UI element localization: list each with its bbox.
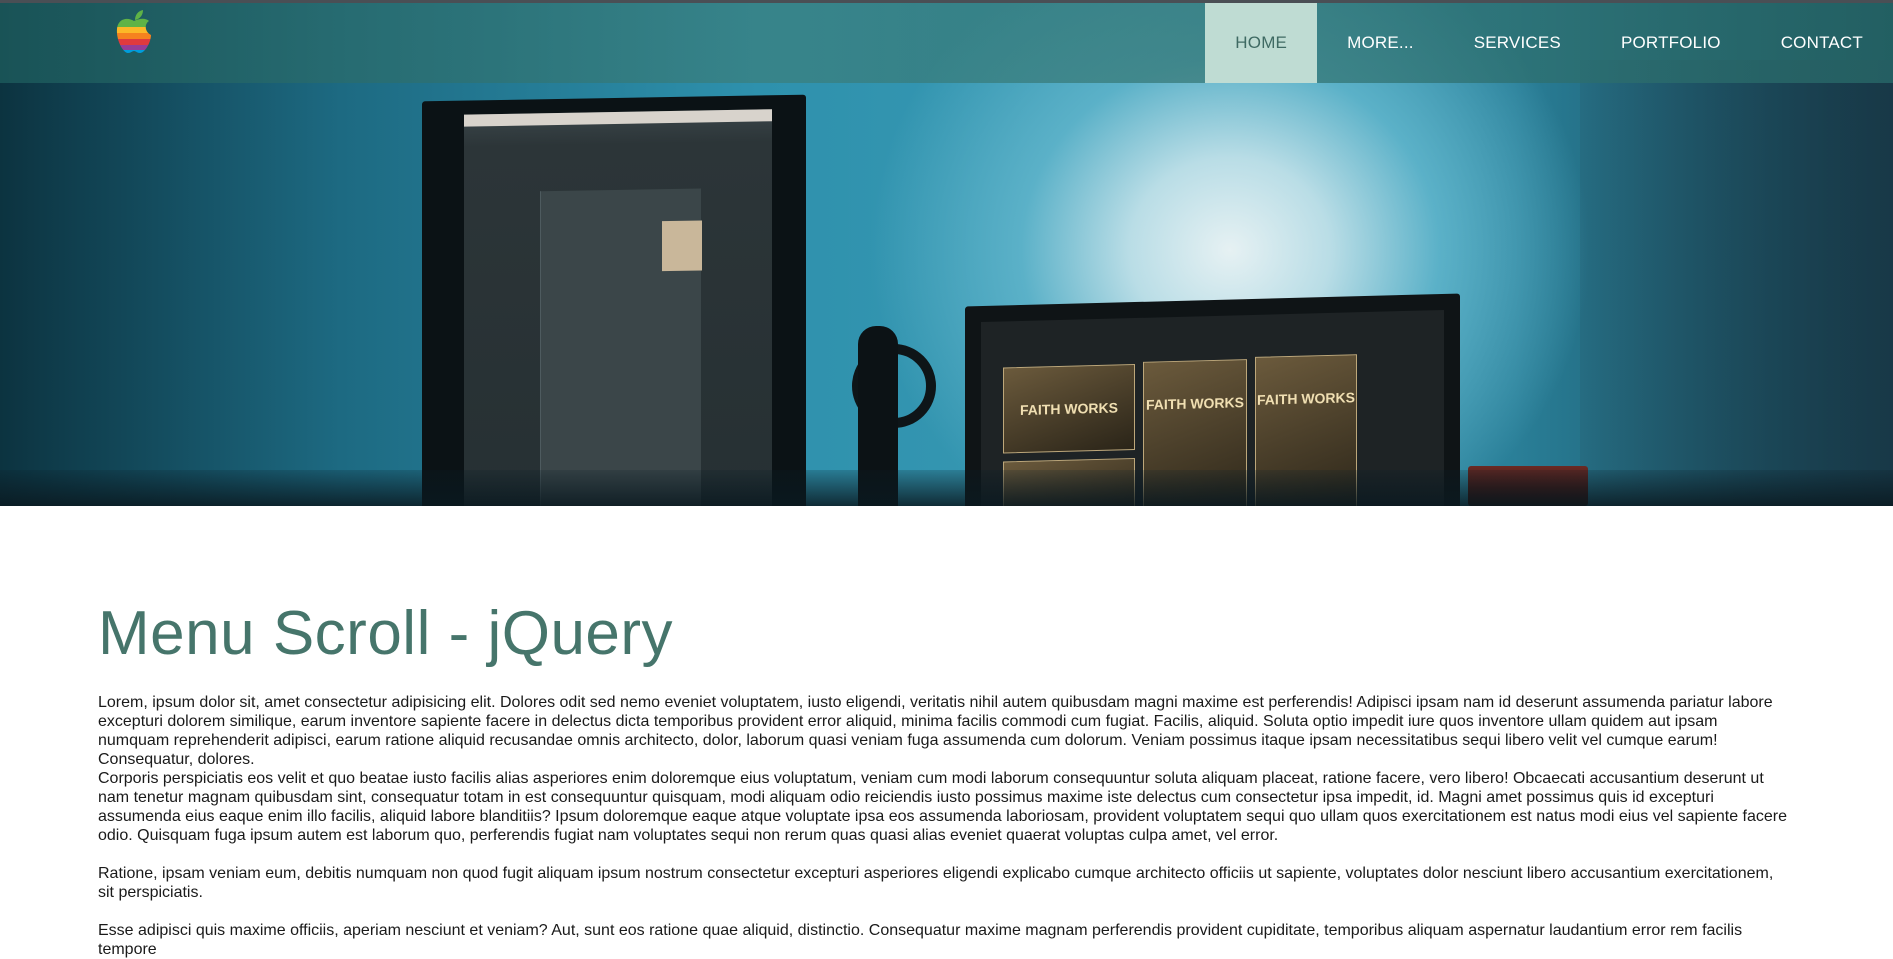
hero-screen-card [662,220,702,272]
paragraph-2: Corporis perspiciatis eos velit et quo b… [98,770,1787,844]
apple-rainbow-logo-icon[interactable] [114,9,154,57]
nav-home[interactable]: HOME [1205,3,1318,83]
hero-left-monitor-screen [464,109,772,506]
paragraph-3: Ratione, ipsam veniam eum, debitis numqu… [98,865,1774,901]
window-top-border [0,0,1893,3]
top-navbar: HOME MORE... SERVICES PORTFOLIO CONTACT [0,3,1893,83]
nav-more[interactable]: MORE... [1317,3,1444,83]
nav-services[interactable]: SERVICES [1444,3,1591,83]
hero-screen-tile: FAITH WORKS [1003,364,1135,454]
paragraph-4: Esse adipisci quis maxime officiis, aper… [98,922,1743,958]
hero-desk [0,470,1893,506]
hero-screen-tile-text: FAITH WORKS [1146,394,1244,413]
hero-screen-tile-text: FAITH WORKS [1020,399,1118,419]
hero-browser-bar [464,109,772,127]
page-title: Menu Scroll - jQuery [98,599,674,668]
hero-screen-tile-text: FAITH WORKS [1257,389,1355,408]
paragraph-1: Lorem, ipsum dolor sit, amet consectetur… [98,694,1773,768]
hero-wall-shadow [1580,60,1893,506]
main-nav-menu: HOME MORE... SERVICES PORTFOLIO CONTACT [1205,3,1893,83]
nav-contact[interactable]: CONTACT [1751,3,1893,83]
hero-left-monitor [422,94,806,506]
nav-portfolio[interactable]: PORTFOLIO [1591,3,1751,83]
